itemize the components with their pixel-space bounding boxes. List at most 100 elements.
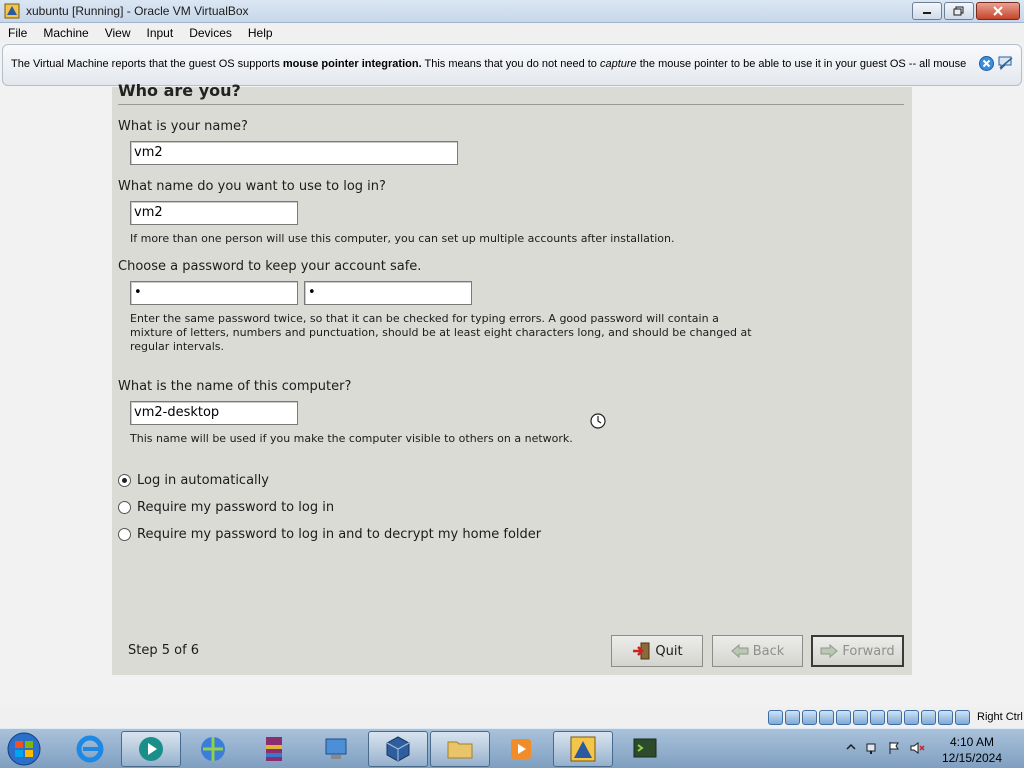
taskbar-internet-explorer[interactable] bbox=[60, 731, 120, 767]
back-label: Back bbox=[752, 643, 785, 659]
menu-view[interactable]: View bbox=[97, 23, 139, 43]
password-hint-line: mixture of letters, numbers and punctuat… bbox=[130, 326, 752, 339]
volume-muted-icon[interactable] bbox=[909, 741, 925, 755]
radio-require-password[interactable]: Require my password to log in bbox=[118, 500, 334, 515]
terminal-icon bbox=[633, 738, 657, 758]
password-field[interactable]: • bbox=[130, 281, 298, 305]
password-hint-line: Enter the same password twice, so that i… bbox=[130, 312, 719, 325]
radio-login-automatically[interactable]: Log in automatically bbox=[118, 473, 269, 488]
audio-icon[interactable] bbox=[802, 710, 817, 725]
password-hint-line: regular intervals. bbox=[130, 340, 224, 353]
login-hint: If more than one person will use this co… bbox=[130, 232, 675, 245]
clock-date: 12/15/2024 bbox=[941, 751, 1003, 765]
taskbar-winrar[interactable] bbox=[244, 731, 304, 767]
minimize-button[interactable] bbox=[912, 2, 942, 20]
notification-italic-text: capture bbox=[599, 58, 637, 70]
play-icon bbox=[511, 739, 531, 759]
login-field[interactable]: vm2 bbox=[130, 201, 298, 225]
notification-text: The Virtual Machine reports that the gue… bbox=[11, 58, 966, 70]
menu-file[interactable]: File bbox=[0, 23, 35, 43]
taskbar-virtualbox-vm[interactable] bbox=[553, 731, 613, 767]
window-titlebar[interactable]: xubuntu [Running] - Oracle VM VirtualBox bbox=[0, 0, 1024, 23]
radio-unselected-icon[interactable] bbox=[118, 528, 131, 541]
minimize-icon bbox=[923, 12, 931, 14]
hard-disk-icon[interactable] bbox=[768, 710, 783, 725]
taskbar-media-app[interactable] bbox=[121, 731, 181, 767]
taskbar-downloader[interactable] bbox=[183, 731, 243, 767]
notification-text-part: This means that you do not need to bbox=[421, 58, 600, 70]
menu-machine[interactable]: Machine bbox=[35, 23, 96, 43]
usb-icon[interactable] bbox=[836, 710, 851, 725]
network-tray-icon[interactable] bbox=[865, 741, 879, 755]
display-icon[interactable] bbox=[870, 710, 885, 725]
computer-name-label: What is the name of this computer? bbox=[118, 379, 352, 394]
video-capture-icon[interactable] bbox=[887, 710, 902, 725]
virtualization-icon[interactable] bbox=[904, 710, 919, 725]
quit-button[interactable]: Quit bbox=[611, 635, 703, 667]
taskbar-virtualbox[interactable] bbox=[368, 731, 428, 767]
forward-button[interactable]: Forward bbox=[811, 635, 904, 667]
menu-devices[interactable]: Devices bbox=[181, 23, 240, 43]
taskbar-file-explorer[interactable] bbox=[430, 731, 490, 767]
notification-text-part: the mouse pointer to be able to use it i… bbox=[636, 58, 967, 70]
name-label: What is your name? bbox=[118, 119, 248, 134]
installer-panel: Who are you? What is your name? vm2 What… bbox=[112, 81, 912, 675]
page-title: Who are you? bbox=[118, 81, 241, 100]
password-hint: Enter the same password twice, so that i… bbox=[130, 312, 752, 354]
password-confirm-field[interactable]: • bbox=[304, 281, 472, 305]
disable-notification-icon[interactable] bbox=[997, 55, 1015, 71]
password-label: Choose a password to keep your account s… bbox=[118, 259, 422, 274]
winrar-icon bbox=[266, 737, 282, 761]
close-notification-icon[interactable] bbox=[979, 56, 994, 71]
virtualbox-vm-icon bbox=[570, 736, 596, 762]
computer-name-hint: This name will be used if you make the c… bbox=[130, 432, 573, 445]
taskbar-computer-app[interactable] bbox=[306, 731, 366, 767]
host-key-label[interactable]: Right Ctrl bbox=[977, 711, 1023, 723]
network-icon[interactable] bbox=[819, 710, 834, 725]
vm-status-bar: Right Ctrl bbox=[0, 707, 1024, 728]
login-label: What name do you want to use to log in? bbox=[118, 179, 386, 194]
system-clock[interactable]: 4:10 AM 12/15/2024 bbox=[930, 734, 1014, 766]
start-button-icon[interactable] bbox=[4, 731, 44, 767]
menu-help[interactable]: Help bbox=[240, 23, 281, 43]
restore-button[interactable] bbox=[944, 2, 974, 20]
radio-require-password-encrypt[interactable]: Require my password to log in and to dec… bbox=[118, 527, 541, 542]
notification-bold-text: mouse pointer integration. bbox=[282, 58, 422, 70]
close-icon bbox=[993, 6, 1003, 16]
mouse-integration-icon[interactable] bbox=[921, 710, 936, 725]
step-indicator: Step 5 of 6 bbox=[128, 643, 200, 658]
forward-arrow-icon bbox=[820, 644, 839, 658]
menu-input[interactable]: Input bbox=[139, 23, 182, 43]
guest-screen[interactable]: Who are you? What is your name? vm2 What… bbox=[0, 81, 1024, 707]
show-hidden-icons-icon[interactable] bbox=[845, 741, 857, 753]
taskbar-media-center[interactable] bbox=[491, 731, 551, 767]
radio-label: Require my password to log in and to dec… bbox=[137, 527, 542, 542]
globe-download-icon bbox=[201, 737, 225, 761]
notification-text-part: The Virtual Machine reports that the gue… bbox=[11, 58, 283, 70]
back-button[interactable]: Back bbox=[712, 635, 803, 667]
forward-label: Forward bbox=[842, 643, 895, 659]
back-arrow-icon bbox=[730, 644, 749, 658]
virtualbox-app-icon bbox=[4, 3, 20, 19]
clock-time: 4:10 AM bbox=[949, 735, 995, 749]
media-player-icon bbox=[139, 737, 163, 761]
optical-drive-icon[interactable] bbox=[785, 710, 800, 725]
keyboard-capture-icon[interactable] bbox=[938, 710, 953, 725]
radio-selected-icon[interactable] bbox=[118, 474, 131, 487]
taskbar-terminal[interactable] bbox=[615, 731, 675, 767]
radio-label: Require my password to log in bbox=[137, 500, 335, 515]
close-button[interactable] bbox=[976, 2, 1020, 20]
shared-folders-icon[interactable] bbox=[853, 710, 868, 725]
quit-label: Quit bbox=[655, 643, 683, 659]
computer-name-field[interactable]: vm2-desktop bbox=[130, 401, 298, 425]
computer-icon bbox=[325, 738, 347, 759]
name-field[interactable]: vm2 bbox=[130, 141, 458, 165]
action-center-flag-icon[interactable] bbox=[887, 741, 901, 755]
radio-unselected-icon[interactable] bbox=[118, 501, 131, 514]
internet-explorer-icon bbox=[76, 735, 104, 763]
guest-additions-icon[interactable] bbox=[955, 710, 970, 725]
restore-icon bbox=[953, 6, 964, 16]
window-title: xubuntu [Running] - Oracle VM VirtualBox bbox=[26, 4, 249, 18]
folder-icon bbox=[447, 741, 473, 759]
virtualbox-icon bbox=[386, 736, 410, 762]
